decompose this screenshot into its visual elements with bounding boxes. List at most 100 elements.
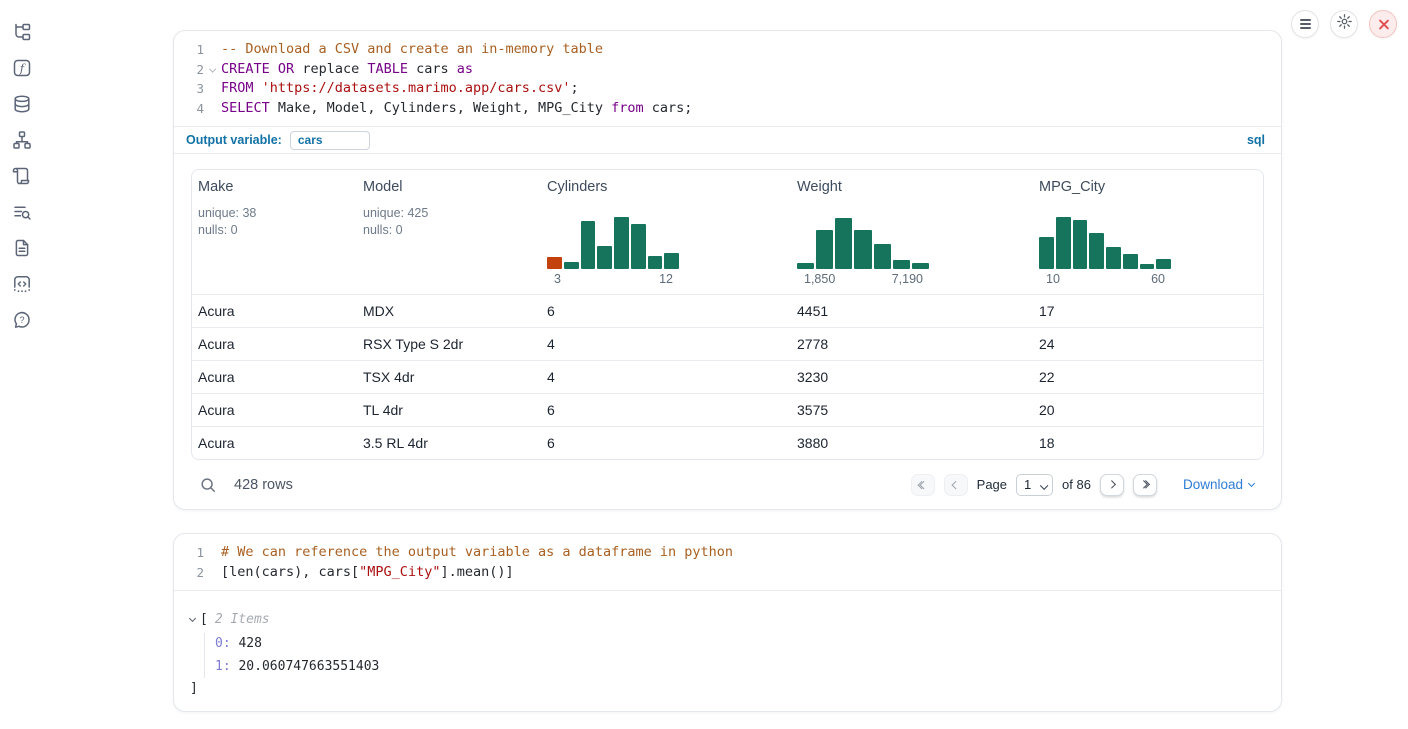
output-variable-input[interactable] xyxy=(290,131,370,150)
function-icon[interactable]: f xyxy=(12,58,32,78)
document-icon[interactable] xyxy=(12,238,32,258)
tree-collapse-chevron-icon[interactable] xyxy=(190,619,195,621)
search-icon[interactable] xyxy=(199,476,217,494)
table-cell: 22 xyxy=(1033,369,1263,385)
histogram-bar[interactable] xyxy=(614,217,629,269)
scroll-icon[interactable] xyxy=(12,166,32,186)
database-icon[interactable] xyxy=(12,94,32,114)
histogram-axis: 1060 xyxy=(1039,269,1171,286)
first-page-button[interactable] xyxy=(911,474,935,496)
column-header-weight[interactable]: Weight1,8507,190 xyxy=(791,170,1033,294)
hierarchy-icon[interactable] xyxy=(12,130,32,150)
svg-text:f: f xyxy=(19,61,26,75)
histogram-bar[interactable] xyxy=(1056,217,1071,269)
column-stats: unique: 425nulls: 0 xyxy=(363,205,533,239)
fold-gutter xyxy=(204,79,221,99)
histogram-bar[interactable] xyxy=(797,263,814,269)
code-text: [len(cars), cars["MPG_City"].mean()] xyxy=(221,563,514,583)
column-name: Model xyxy=(363,179,533,195)
histogram-bar[interactable] xyxy=(893,260,910,269)
line-number: 4 xyxy=(174,99,204,119)
page-select-wrap: 1 xyxy=(1016,474,1053,496)
histogram-bar[interactable] xyxy=(1140,264,1155,269)
histogram-bar[interactable] xyxy=(1156,259,1171,269)
fold-gutter xyxy=(204,40,221,60)
svg-text:?: ? xyxy=(19,315,24,325)
code-line: 3FROM 'https://datasets.marimo.app/cars.… xyxy=(174,79,1281,99)
line-number: 1 xyxy=(174,40,204,60)
histogram-bar[interactable] xyxy=(648,256,663,269)
column-header-model[interactable]: Model unique: 425nulls: 0 xyxy=(357,170,541,294)
histogram-bar[interactable] xyxy=(564,262,579,269)
column-name: Make xyxy=(198,179,349,195)
table-cell: 3.5 RL 4dr xyxy=(357,435,541,451)
column-histogram[interactable]: 312 xyxy=(547,215,679,286)
code-line: 2[len(cars), cars["MPG_City"].mean()] xyxy=(174,563,1281,583)
table-cell: 17 xyxy=(1033,303,1263,319)
download-label: Download xyxy=(1183,477,1243,492)
column-histogram[interactable]: 1,8507,190 xyxy=(797,215,929,286)
histogram-bar[interactable] xyxy=(581,221,596,269)
histogram-axis: 1,8507,190 xyxy=(797,269,929,286)
table-cell: 4 xyxy=(541,336,791,352)
page-label: Page xyxy=(977,477,1007,492)
python-code-editor[interactable]: 1# We can reference the output variable … xyxy=(174,534,1281,590)
menu-button[interactable] xyxy=(1291,10,1319,38)
table-cell: Acura xyxy=(192,402,357,418)
column-stats: unique: 38nulls: 0 xyxy=(198,205,349,239)
table-cell: 6 xyxy=(541,402,791,418)
histogram-bar[interactable] xyxy=(1123,254,1138,269)
table-cell: 3880 xyxy=(791,435,1033,451)
histogram-bar[interactable] xyxy=(1073,220,1088,269)
sidebar: f xyxy=(0,0,44,729)
page-select[interactable]: 1 xyxy=(1017,477,1052,492)
settings-button[interactable] xyxy=(1330,10,1358,38)
chevrons-left-icon xyxy=(919,482,927,488)
table-cell: 6 xyxy=(541,435,791,451)
histogram-bar[interactable] xyxy=(1106,247,1121,269)
table-row: AcuraTL 4dr6357520 xyxy=(192,393,1263,426)
table-body: AcuraMDX6445117AcuraRSX Type S 2dr427782… xyxy=(192,294,1263,459)
data-table: Make unique: 38nulls: 0 Model unique: 425nu… xyxy=(191,169,1264,460)
page-total-label: of 86 xyxy=(1062,477,1091,492)
sql-code-editor[interactable]: 1-- Download a CSV and create an in-memo… xyxy=(174,31,1281,126)
last-page-button[interactable] xyxy=(1133,474,1157,496)
snippets-code-icon[interactable] xyxy=(12,274,32,294)
histogram-bar[interactable] xyxy=(912,263,929,269)
download-button[interactable]: Download xyxy=(1183,477,1254,492)
histogram-bar[interactable] xyxy=(854,230,871,269)
histogram-bar[interactable] xyxy=(631,224,646,269)
language-badge: sql xyxy=(1247,133,1265,147)
shutdown-button[interactable] xyxy=(1369,10,1397,38)
code-text: CREATE OR replace TABLE cars as xyxy=(221,60,473,80)
histogram-bar[interactable] xyxy=(664,253,679,269)
histogram-bar[interactable] xyxy=(874,244,891,269)
next-page-button[interactable] xyxy=(1100,474,1124,496)
column-header-cylinders[interactable]: Cylinders312 xyxy=(541,170,791,294)
histogram-bar[interactable] xyxy=(835,218,852,269)
table-cell: TL 4dr xyxy=(357,402,541,418)
code-text: # We can reference the output variable a… xyxy=(221,543,733,563)
previous-page-button[interactable] xyxy=(944,474,968,496)
sql-output-area: Make unique: 38nulls: 0 Model unique: 425nu… xyxy=(174,153,1281,509)
tree-items: 0: 4281: 20.060747663551403 xyxy=(204,633,1265,678)
column-header-make[interactable]: Make unique: 38nulls: 0 xyxy=(192,170,357,294)
help-icon[interactable]: ? xyxy=(12,310,32,330)
code-text: FROM 'https://datasets.marimo.app/cars.c… xyxy=(221,79,579,99)
table-footer: 428 rows Page 1 of 86 xyxy=(191,460,1264,509)
histogram-bar[interactable] xyxy=(816,230,833,269)
table-cell: Acura xyxy=(192,303,357,319)
tree-entry: 0: 428 xyxy=(215,633,1265,656)
column-histogram[interactable]: 1060 xyxy=(1039,215,1171,286)
histogram-bar[interactable] xyxy=(1089,233,1104,269)
histogram-bar[interactable] xyxy=(1039,237,1054,269)
fold-chevron-icon[interactable] xyxy=(204,60,221,80)
table-cell: MDX xyxy=(357,303,541,319)
table-header: Make unique: 38nulls: 0 Model unique: 425nu… xyxy=(192,170,1263,294)
histogram-bar[interactable] xyxy=(597,246,612,269)
histogram-bar[interactable] xyxy=(547,257,562,269)
python-cell: 1# We can reference the output variable … xyxy=(173,533,1282,712)
column-header-mpg_city[interactable]: MPG_City1060 xyxy=(1033,170,1263,294)
file-tree-icon[interactable] xyxy=(12,22,32,42)
log-search-icon[interactable] xyxy=(12,202,32,222)
